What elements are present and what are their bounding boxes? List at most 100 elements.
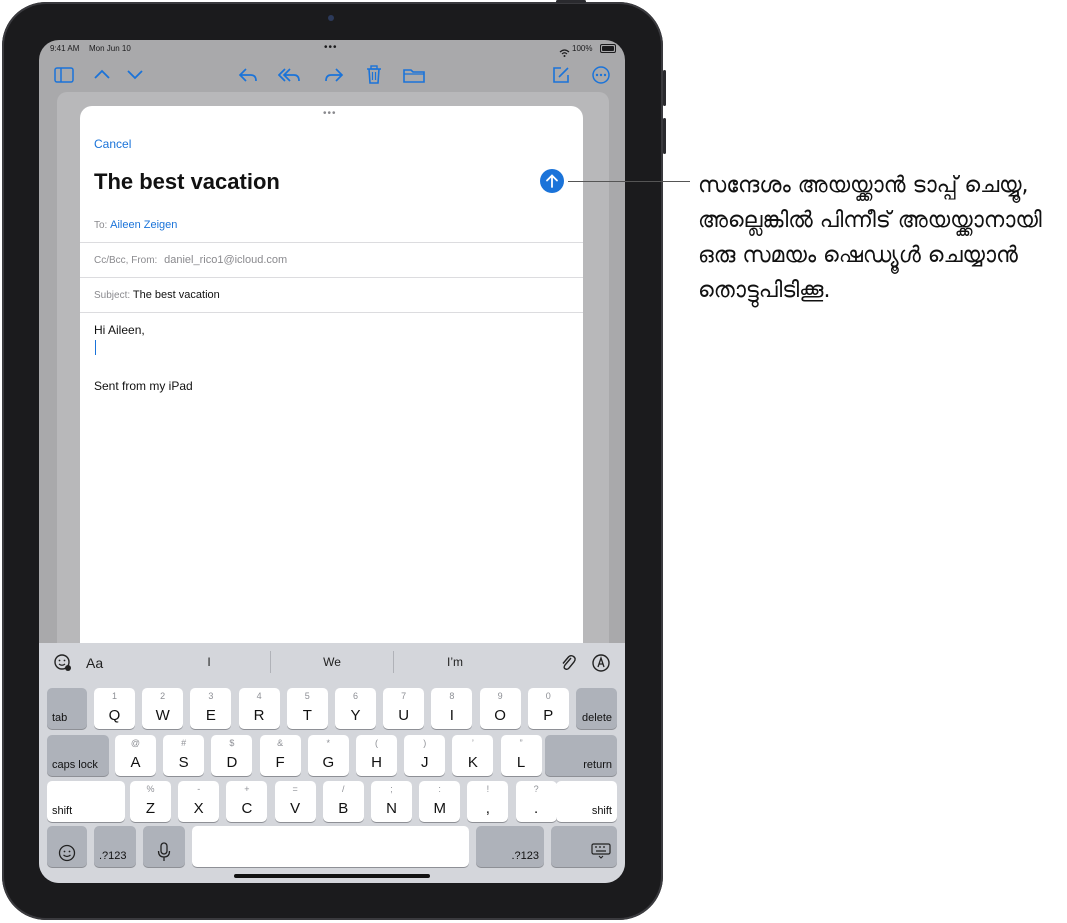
- key-label: .?123: [511, 850, 539, 862]
- key-label: W: [155, 707, 170, 724]
- return-key[interactable]: return: [545, 735, 617, 776]
- key-a[interactable]: @ A: [115, 735, 156, 776]
- key-comma[interactable]: !,: [467, 781, 509, 822]
- key-label: caps lock: [52, 759, 98, 771]
- suggestion-1[interactable]: I: [149, 655, 269, 669]
- numbers-right-key[interactable]: .?123: [476, 826, 544, 867]
- key-i[interactable]: 8I: [431, 688, 473, 729]
- suggestion-2[interactable]: We: [271, 655, 393, 669]
- key-f[interactable]: & F: [259, 735, 301, 776]
- key-label: shift: [591, 805, 612, 817]
- key-v[interactable]: = V: [274, 781, 316, 822]
- forward-icon[interactable]: [322, 66, 346, 84]
- tab-key[interactable]: tab: [47, 688, 87, 729]
- ccbcc-from-row[interactable]: Cc/Bcc, From: daniel_rico1@icloud.com: [94, 254, 287, 266]
- subject-field[interactable]: The best vacation: [133, 289, 220, 301]
- key-label: C: [241, 800, 253, 817]
- key-label: S: [178, 754, 189, 771]
- microphone-icon: [157, 842, 171, 861]
- sidebar-icon[interactable]: [52, 67, 76, 83]
- from-address[interactable]: daniel_rico1@icloud.com: [164, 254, 287, 266]
- key-r[interactable]: 4R: [238, 688, 280, 729]
- key-label: O: [494, 707, 506, 724]
- chevron-down-icon[interactable]: [123, 68, 147, 80]
- key-e[interactable]: 3E: [190, 688, 232, 729]
- key-secondary-label: ): [423, 738, 427, 748]
- key-g[interactable]: * G: [307, 735, 349, 776]
- send-button[interactable]: [540, 169, 564, 193]
- key-b[interactable]: / B: [322, 781, 364, 822]
- numbers-left-key[interactable]: .?123: [94, 826, 136, 867]
- compose-sheet: ••• Cancel The best vacation To: Aileen …: [80, 106, 583, 706]
- emoji-key[interactable]: [47, 826, 87, 867]
- key-p[interactable]: 0P: [527, 688, 569, 729]
- suggestion-3[interactable]: I’m: [394, 655, 516, 669]
- key-u[interactable]: 7U: [383, 688, 425, 729]
- keyboard-hide-icon: [591, 843, 611, 859]
- to-row[interactable]: To: Aileen Zeigen: [94, 219, 177, 231]
- shift-left-key[interactable]: shift: [47, 781, 125, 822]
- paperclip-icon[interactable]: [559, 653, 577, 678]
- key-c[interactable]: + C: [226, 781, 268, 822]
- hide-keyboard-key[interactable]: [551, 826, 617, 867]
- body-greeting[interactable]: Hi Aileen,: [94, 323, 145, 337]
- more-icon[interactable]: [589, 65, 613, 85]
- key-secondary-label: 5: [304, 691, 310, 701]
- multitask-dots-icon[interactable]: •••: [324, 42, 338, 53]
- key-s[interactable]: # S: [163, 735, 205, 776]
- key-label: A: [130, 754, 141, 771]
- key-k[interactable]: ’ K: [452, 735, 494, 776]
- key-label: F: [275, 754, 285, 771]
- key-t[interactable]: 5T: [286, 688, 328, 729]
- key-secondary-label: =: [292, 784, 298, 794]
- key-y[interactable]: 6Y: [335, 688, 376, 729]
- key-label: Q: [108, 707, 121, 724]
- volume-up-button: [663, 70, 666, 106]
- volume-down-button: [663, 118, 666, 154]
- key-j[interactable]: ) J: [404, 735, 446, 776]
- key-o[interactable]: 9O: [479, 688, 521, 729]
- delete-key[interactable]: delete: [576, 688, 617, 729]
- key-label: V: [290, 800, 301, 817]
- reply-all-icon[interactable]: [278, 66, 302, 84]
- divider: [80, 312, 583, 313]
- key-d[interactable]: $ D: [211, 735, 253, 776]
- trash-icon[interactable]: [362, 65, 386, 85]
- subject-row[interactable]: Subject: The best vacation: [94, 289, 220, 301]
- emoji-icon: [58, 844, 76, 862]
- body-signature[interactable]: Sent from my iPad: [94, 379, 193, 393]
- key-secondary-label: %: [146, 784, 155, 794]
- sheet-grabber-icon[interactable]: •••: [323, 108, 337, 119]
- key-w[interactable]: 2W: [142, 688, 184, 729]
- key-label: M: [433, 800, 446, 817]
- keyboard: Aa I We I’m tab 1 Q 2 W 3 E 4 R 5 T 6 Y 7 U 8 I 9 O 0 Pdelet…: [39, 643, 625, 883]
- key-label: X: [193, 800, 204, 817]
- format-button[interactable]: Aa: [86, 655, 103, 671]
- key-l[interactable]: ” L: [500, 735, 542, 776]
- dictation-key[interactable]: [143, 826, 185, 867]
- key-label: N: [386, 800, 397, 817]
- callout-line: [568, 181, 690, 182]
- key-m[interactable]: :M: [419, 781, 461, 822]
- space-key[interactable]: [192, 826, 469, 867]
- key-secondary-label: 7: [401, 691, 407, 701]
- key-label: T: [302, 707, 312, 724]
- folder-icon[interactable]: [402, 67, 426, 83]
- shift-right-key[interactable]: shift: [556, 781, 617, 822]
- reply-icon[interactable]: [236, 66, 260, 84]
- to-recipient[interactable]: Aileen Zeigen: [110, 219, 177, 231]
- key-n[interactable]: ; N: [371, 781, 412, 822]
- emoji-search-icon[interactable]: [53, 653, 73, 678]
- key-h[interactable]: (H: [356, 735, 397, 776]
- compose-icon[interactable]: [549, 65, 573, 85]
- chevron-up-icon[interactable]: [90, 68, 114, 80]
- markup-icon[interactable]: [591, 653, 611, 678]
- key-x[interactable]: -X: [178, 781, 220, 822]
- key-period[interactable]: ?.: [515, 781, 557, 822]
- key-z[interactable]: % Z: [130, 781, 171, 822]
- key-q[interactable]: 1Q: [94, 688, 135, 729]
- wifi-icon: [559, 44, 570, 62]
- cancel-button[interactable]: Cancel: [94, 137, 131, 151]
- caps-lock-key[interactable]: caps lock: [47, 735, 109, 776]
- key-secondary-label: ;: [390, 784, 393, 794]
